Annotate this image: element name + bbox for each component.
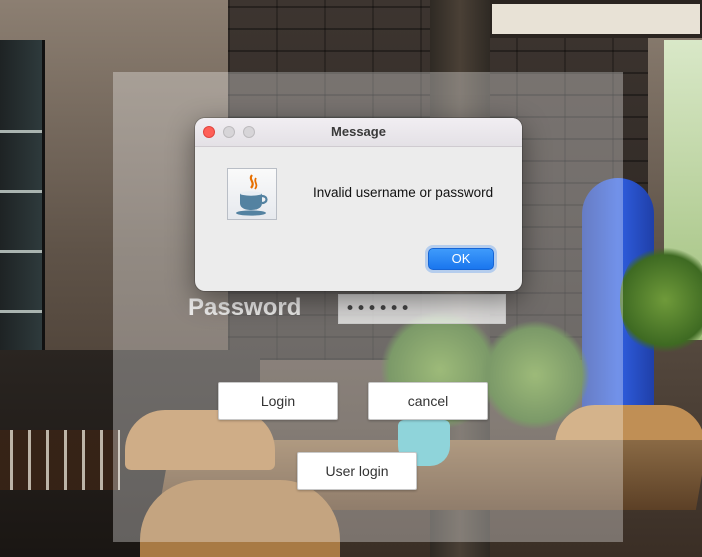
dialog-message: Invalid username or password (313, 185, 494, 200)
message-dialog: Message Invalid username or password OK (195, 118, 522, 291)
java-icon (227, 168, 277, 220)
password-field[interactable]: •••••• (338, 294, 506, 324)
login-button[interactable]: Login (218, 382, 338, 420)
dialog-titlebar: Message (195, 118, 522, 147)
close-window-icon[interactable] (203, 126, 215, 138)
maximize-window-icon[interactable] (243, 126, 255, 138)
minimize-window-icon[interactable] (223, 126, 235, 138)
ok-button[interactable]: OK (428, 248, 494, 270)
user-login-button[interactable]: User login (297, 452, 417, 490)
password-label: Password (188, 294, 302, 321)
cancel-button[interactable]: cancel (368, 382, 488, 420)
